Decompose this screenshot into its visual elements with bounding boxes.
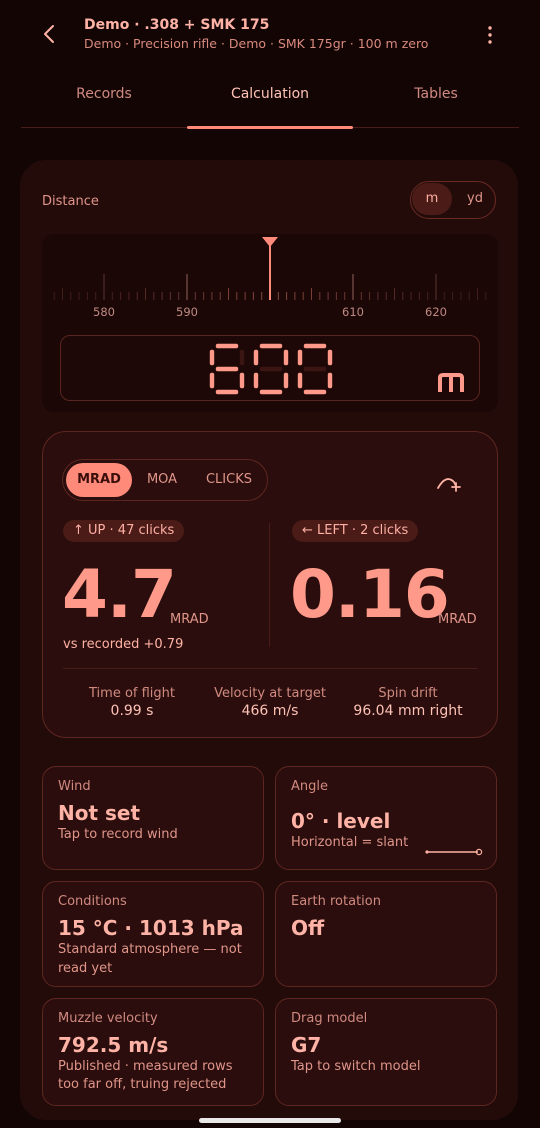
arrow-left-icon: ← bbox=[302, 523, 313, 538]
segment bbox=[283, 349, 289, 366]
windage-chip: ← LEFT · 2 clicks bbox=[292, 520, 419, 542]
tile-value: Off bbox=[291, 916, 325, 940]
more-options-icon[interactable] bbox=[482, 24, 498, 46]
segment bbox=[209, 372, 215, 389]
stat-spin-drift: Spin drift 96.04 mm right bbox=[333, 686, 483, 719]
segment bbox=[239, 372, 245, 389]
conditions-tile[interactable]: Conditions 15 °C · 1013 hPa Standard atm… bbox=[42, 881, 264, 987]
elevation-unit: MRAD bbox=[170, 612, 209, 627]
tile-title: Wind bbox=[58, 779, 91, 794]
tab-bar: Records Calculation Tables bbox=[21, 80, 519, 130]
tile-value: G7 bbox=[291, 1033, 322, 1057]
ruler-label: 590 bbox=[176, 305, 198, 319]
tile-title: Earth rotation bbox=[291, 894, 381, 909]
tile-description: read yet bbox=[58, 961, 113, 976]
page-subtitle: Demo · Precision rifle · Demo · SMK 175g… bbox=[84, 36, 429, 51]
tile-description: Horizontal = slant bbox=[291, 835, 409, 850]
tile-value: 792.5 m/s bbox=[58, 1033, 169, 1057]
tile-title: Drag model bbox=[291, 1011, 368, 1026]
muzzle-velocity-tile[interactable]: Muzzle velocity 792.5 m/s Published · me… bbox=[42, 998, 264, 1106]
windage-value: 0.16 bbox=[290, 556, 450, 633]
ruler-label: 580 bbox=[93, 305, 115, 319]
tile-description: Tap to record wind bbox=[58, 827, 178, 842]
segment bbox=[297, 372, 303, 389]
unit-glyph bbox=[438, 373, 464, 392]
tab-tables[interactable]: Tables bbox=[353, 86, 519, 102]
segment bbox=[327, 349, 333, 366]
segment bbox=[327, 372, 333, 389]
earth-rotation-tile[interactable]: Earth rotation Off bbox=[275, 881, 497, 987]
distance-unit-display: m bbox=[438, 373, 464, 392]
home-indicator bbox=[199, 1118, 341, 1123]
mode-mrad-button[interactable]: MRAD bbox=[66, 463, 132, 497]
angle-tile[interactable]: Angle 0° · level Horizontal = slant bbox=[275, 766, 497, 870]
ruler-pointer-icon bbox=[262, 237, 278, 247]
segment bbox=[303, 366, 327, 372]
tile-description: Published · measured rows bbox=[58, 1059, 233, 1074]
tile-value: Not set bbox=[58, 801, 141, 825]
ruler-label: 620 bbox=[425, 305, 447, 319]
tile-value: 15 °C · 1013 hPa bbox=[58, 916, 244, 940]
tile-description: too far off, truing rejected bbox=[58, 1077, 227, 1092]
stat-label: Velocity at target bbox=[214, 686, 326, 701]
trajectory-icon[interactable] bbox=[436, 472, 464, 494]
stat-velocity: Velocity at target 466 m/s bbox=[195, 686, 345, 719]
tab-active-indicator bbox=[187, 126, 353, 129]
wind-tile[interactable]: Wind Not set Tap to record wind bbox=[42, 766, 264, 870]
ruler-label: 610 bbox=[342, 305, 364, 319]
segment bbox=[283, 372, 289, 389]
segment bbox=[259, 366, 283, 372]
vertical-divider bbox=[269, 523, 270, 647]
stat-label: Spin drift bbox=[378, 686, 438, 701]
segment bbox=[303, 343, 327, 349]
segment bbox=[215, 389, 239, 395]
stat-label: Time of flight bbox=[89, 686, 175, 701]
segment bbox=[297, 349, 303, 366]
segment bbox=[239, 349, 245, 366]
stat-value: 0.99 s bbox=[110, 703, 154, 719]
tile-description: Tap to switch model bbox=[291, 1059, 421, 1074]
distance-label: Distance bbox=[42, 194, 99, 209]
windage-clicks: LEFT · 2 clicks bbox=[317, 523, 409, 538]
unit-yards-button[interactable]: yd bbox=[456, 183, 494, 215]
elevation-vs-recorded: vs recorded +0.79 bbox=[63, 637, 184, 652]
distance-ruler[interactable]: 580 590 610 620 bbox=[42, 234, 498, 324]
elevation-clicks: UP · 47 clicks bbox=[88, 523, 175, 538]
tile-title: Conditions bbox=[58, 894, 127, 909]
tile-title: Muzzle velocity bbox=[58, 1011, 158, 1026]
elevation-value: 4.7 bbox=[62, 556, 177, 633]
mode-moa-button[interactable]: MOA bbox=[137, 463, 187, 497]
segment bbox=[259, 343, 283, 349]
page-title: Demo · .308 + SMK 175 bbox=[84, 17, 270, 33]
tile-value: 0° · level bbox=[291, 809, 391, 833]
stat-value: 466 m/s bbox=[241, 703, 299, 719]
mode-clicks-button[interactable]: CLICKS bbox=[197, 463, 261, 497]
units-mode-selector: MRAD MOA CLICKS bbox=[62, 459, 268, 501]
horizontal-divider bbox=[63, 668, 477, 669]
tile-description: Standard atmosphere — not bbox=[58, 942, 242, 957]
segment bbox=[215, 366, 239, 372]
unit-meters-button[interactable]: m bbox=[412, 183, 452, 215]
tile-title: Angle bbox=[291, 779, 328, 794]
drag-model-tile[interactable]: Drag model G7 Tap to switch model bbox=[275, 998, 497, 1106]
tab-records[interactable]: Records bbox=[21, 86, 187, 102]
elevation-chip: ↑ UP · 47 clicks bbox=[63, 520, 185, 542]
segment bbox=[253, 372, 259, 389]
arrow-up-icon: ↑ bbox=[73, 523, 84, 538]
segment bbox=[253, 349, 259, 366]
stat-value: 96.04 mm right bbox=[353, 703, 463, 719]
segment bbox=[209, 349, 215, 366]
stat-time-of-flight: Time of flight 0.99 s bbox=[57, 686, 207, 719]
segment bbox=[215, 343, 239, 349]
level-line-icon bbox=[425, 848, 483, 856]
segment bbox=[303, 389, 327, 395]
segment bbox=[259, 389, 283, 395]
distance-value-display: 600 bbox=[209, 343, 333, 395]
tab-calculation[interactable]: Calculation bbox=[187, 86, 353, 102]
back-arrow-icon[interactable] bbox=[38, 22, 62, 46]
windage-unit: MRAD bbox=[438, 612, 477, 627]
